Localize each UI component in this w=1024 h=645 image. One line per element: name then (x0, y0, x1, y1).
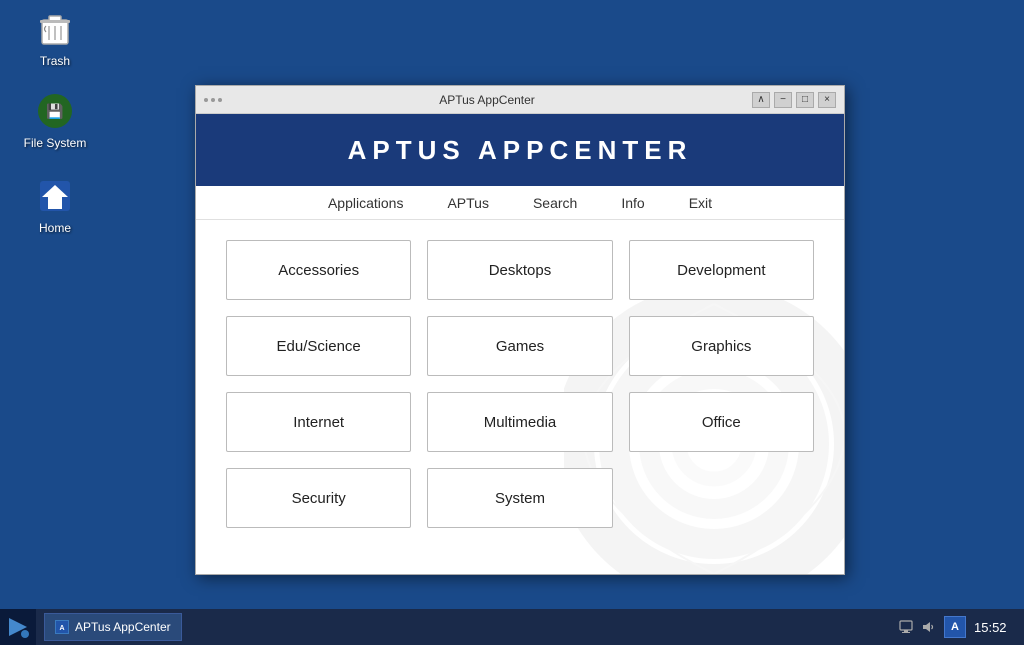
trash-icon[interactable]: Trash (20, 8, 90, 68)
menu-search[interactable]: Search (527, 191, 583, 215)
window-close-button[interactable]: × (818, 92, 836, 108)
filesystem-icon[interactable]: 💾 File System (20, 90, 90, 150)
menu-info[interactable]: Info (615, 191, 650, 215)
category-graphics[interactable]: Graphics (629, 316, 814, 376)
app-header: APTUS APPCENTER (196, 114, 844, 186)
network-icon[interactable] (898, 619, 914, 635)
language-indicator[interactable]: A (944, 616, 966, 638)
window-maximize-button[interactable]: □ (796, 92, 814, 108)
app-window: APTus AppCenter ∧ − □ × APTUS APPCENTER … (195, 85, 845, 575)
taskbar-left: A APTus AppCenter (0, 609, 182, 645)
category-development[interactable]: Development (629, 240, 814, 300)
window-controls: ∧ − □ × (752, 92, 836, 108)
taskbar-clock: 15:52 (974, 620, 1014, 635)
category-games[interactable]: Games (427, 316, 612, 376)
menu-exit[interactable]: Exit (683, 191, 718, 215)
category-multimedia[interactable]: Multimedia (427, 392, 612, 452)
window-minimize-button[interactable]: − (774, 92, 792, 108)
filesystem-label: File System (24, 136, 87, 150)
trash-label: Trash (40, 54, 70, 68)
desktop: Trash 💾 File System Home AP (0, 0, 1024, 645)
app-content: Accessories Desktops Development Edu/Sci… (196, 220, 844, 574)
window-chevron-up[interactable]: ∧ (752, 92, 770, 108)
volume-icon[interactable] (920, 619, 936, 635)
task-app-icon: A (55, 620, 69, 634)
home-icon[interactable]: Home (20, 175, 90, 235)
category-grid: Accessories Desktops Development Edu/Sci… (196, 220, 844, 548)
window-titlebar[interactable]: APTus AppCenter ∧ − □ × (196, 86, 844, 114)
window-dots (204, 98, 222, 102)
window-dot-3 (218, 98, 222, 102)
task-label: APTus AppCenter (75, 620, 171, 634)
taskbar-right: A 15:52 (898, 616, 1024, 638)
category-internet[interactable]: Internet (226, 392, 411, 452)
taskbar: A APTus AppCenter (0, 609, 1024, 645)
category-accessories[interactable]: Accessories (226, 240, 411, 300)
systray (898, 619, 936, 635)
taskbar-task-appcenter[interactable]: A APTus AppCenter (44, 613, 182, 641)
window-title: APTus AppCenter (439, 93, 535, 107)
svg-text:💾: 💾 (46, 103, 63, 120)
category-office[interactable]: Office (629, 392, 814, 452)
start-button[interactable] (0, 609, 36, 645)
category-system[interactable]: System (427, 468, 612, 528)
home-label: Home (39, 221, 71, 235)
category-edu-science[interactable]: Edu/Science (226, 316, 411, 376)
menu-bar: Applications APTus Search Info Exit (196, 186, 844, 220)
category-desktops[interactable]: Desktops (427, 240, 612, 300)
svg-text:A: A (59, 625, 64, 632)
menu-aptus[interactable]: APTus (441, 191, 495, 215)
category-security[interactable]: Security (226, 468, 411, 528)
menu-applications[interactable]: Applications (322, 191, 410, 215)
app-header-title: APTUS APPCENTER (348, 135, 693, 166)
window-dot-1 (204, 98, 208, 102)
window-dot-2 (211, 98, 215, 102)
